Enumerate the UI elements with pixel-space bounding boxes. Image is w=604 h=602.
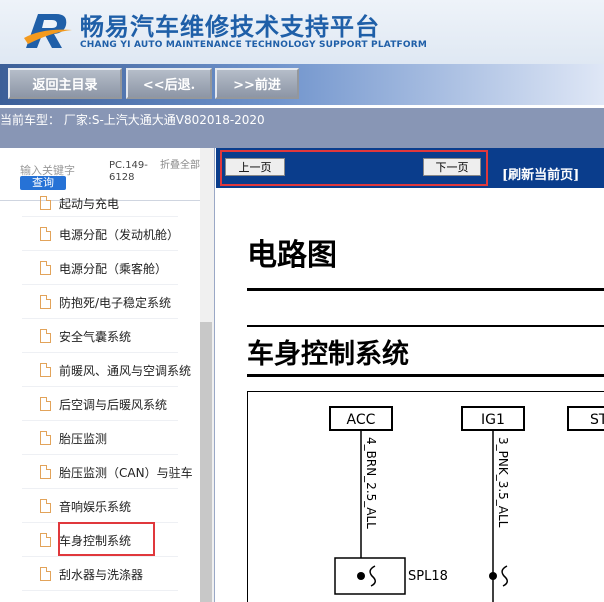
- app-subtitle: CHANG YI AUTO MAINTENANCE TECHNOLOGY SUP…: [80, 40, 428, 50]
- sidebar-item-label: 电源分配（发动机舱）: [59, 227, 180, 242]
- wiring-diagram: ACC 4_BRN_2.5_ALL SPL18 IG1 3_PNK_3.5_AL…: [247, 391, 604, 602]
- document-icon: [40, 196, 51, 210]
- document-icon: [40, 533, 51, 547]
- back-to-main-button[interactable]: 返回主目录: [8, 68, 122, 99]
- document-icon: [40, 329, 51, 343]
- logo-icon: [24, 14, 72, 48]
- sidebar-item-wiper[interactable]: 刮水器与洗涤器: [40, 557, 200, 591]
- document-icon: [40, 567, 51, 581]
- document-icon: [40, 295, 51, 309]
- pager-highlight: [220, 150, 488, 186]
- divider: [247, 288, 604, 291]
- document-icon: [40, 261, 51, 275]
- wire-ig1-label: 3_PNK_3.5_ALL: [496, 437, 510, 528]
- sidebar-item-front-hvac[interactable]: 前暖风、通风与空调系统: [40, 353, 200, 387]
- sidebar-item-tpms-can[interactable]: 胎压监测（CAN）与驻车: [40, 455, 200, 489]
- sidebar-item-label: 后空调与后暖风系统: [59, 397, 168, 412]
- terminal-st-label: ST: [590, 412, 604, 428]
- document-icon: [40, 397, 51, 411]
- section-title: 车身控制系统: [247, 339, 409, 370]
- app-header: 畅易汽车维修技术支持平台 CHANG YI AUTO MAINTENANCE T…: [0, 0, 604, 64]
- sidebar-item-label: 安全气囊系统: [59, 329, 132, 344]
- sidebar-item-audio[interactable]: 音响娱乐系统: [40, 489, 200, 523]
- document-icon: [40, 465, 51, 479]
- terminal-ig1-label: IG1: [481, 412, 505, 428]
- document-icon: [40, 499, 51, 513]
- current-vehicle-bar: 当前车型： 厂家:S-上汽大通大通V802018-2020: [0, 108, 604, 148]
- page-title: 电路图: [247, 238, 337, 273]
- main-toolbar: 返回主目录 <<后退. >>前进: [0, 64, 604, 105]
- sidebar-item-label: 防抱死/电子稳定系统: [59, 295, 172, 310]
- sidebar-item-label: 刮水器与洗涤器: [59, 567, 144, 582]
- divider: [22, 590, 178, 591]
- content-pane: 上一页 下一页 [刷新当前页] 电路图 车身控制系统 ACC 4_BRN_2.5…: [216, 148, 604, 602]
- document-icon: [40, 363, 51, 377]
- forward-button[interactable]: >>前进: [215, 68, 299, 99]
- sidebar-item-power-engine[interactable]: 电源分配（发动机舱）: [40, 217, 200, 251]
- sidebar-scrollbar-thumb[interactable]: [200, 322, 212, 602]
- terminal-acc-label: ACC: [347, 412, 376, 428]
- sidebar-item-airbag[interactable]: 安全气囊系统: [40, 319, 200, 353]
- document-icon: [40, 431, 51, 445]
- wire-acc-label: 4_BRN_2.5_ALL: [364, 437, 378, 529]
- refresh-page-link[interactable]: [刷新当前页]: [502, 164, 579, 183]
- sidebar-item-rear-hvac[interactable]: 后空调与后暖风系统: [40, 387, 200, 421]
- collapse-all-link[interactable]: 折叠全部: [160, 160, 200, 172]
- sidebar-item-abs[interactable]: 防抱死/电子稳定系统: [40, 285, 200, 319]
- sidebar-item-power-cabin[interactable]: 电源分配（乘客舱）: [40, 251, 200, 285]
- sidebar-item-starting-charging[interactable]: 起动与充电: [40, 186, 200, 220]
- sidebar-item-label: 起动与充电: [59, 196, 120, 211]
- sidebar-item-label: 胎压监测: [59, 431, 108, 446]
- sidebar-item-tpms[interactable]: 胎压监测: [40, 421, 200, 455]
- sidebar-item-label: 音响娱乐系统: [59, 499, 132, 514]
- sidebar-item-label: 前暖风、通风与空调系统: [59, 363, 192, 378]
- pc-code: PC.149-6128: [109, 160, 148, 183]
- sidebar-item-label: 电源分配（乘客舱）: [59, 261, 168, 276]
- back-button[interactable]: <<后退.: [126, 68, 212, 99]
- divider: [247, 325, 604, 327]
- divider: [247, 374, 604, 377]
- splice-label: SPL18: [408, 569, 448, 584]
- document-icon: [40, 227, 51, 241]
- sidebar-item-label: 胎压监测（CAN）与驻车: [59, 465, 193, 480]
- app-title: 畅易汽车维修技术支持平台: [80, 13, 380, 41]
- splice-box: [334, 557, 406, 595]
- selected-item-highlight: [58, 522, 155, 556]
- current-vehicle-text: 当前车型： 厂家:S-上汽大通大通V802018-2020: [0, 113, 265, 127]
